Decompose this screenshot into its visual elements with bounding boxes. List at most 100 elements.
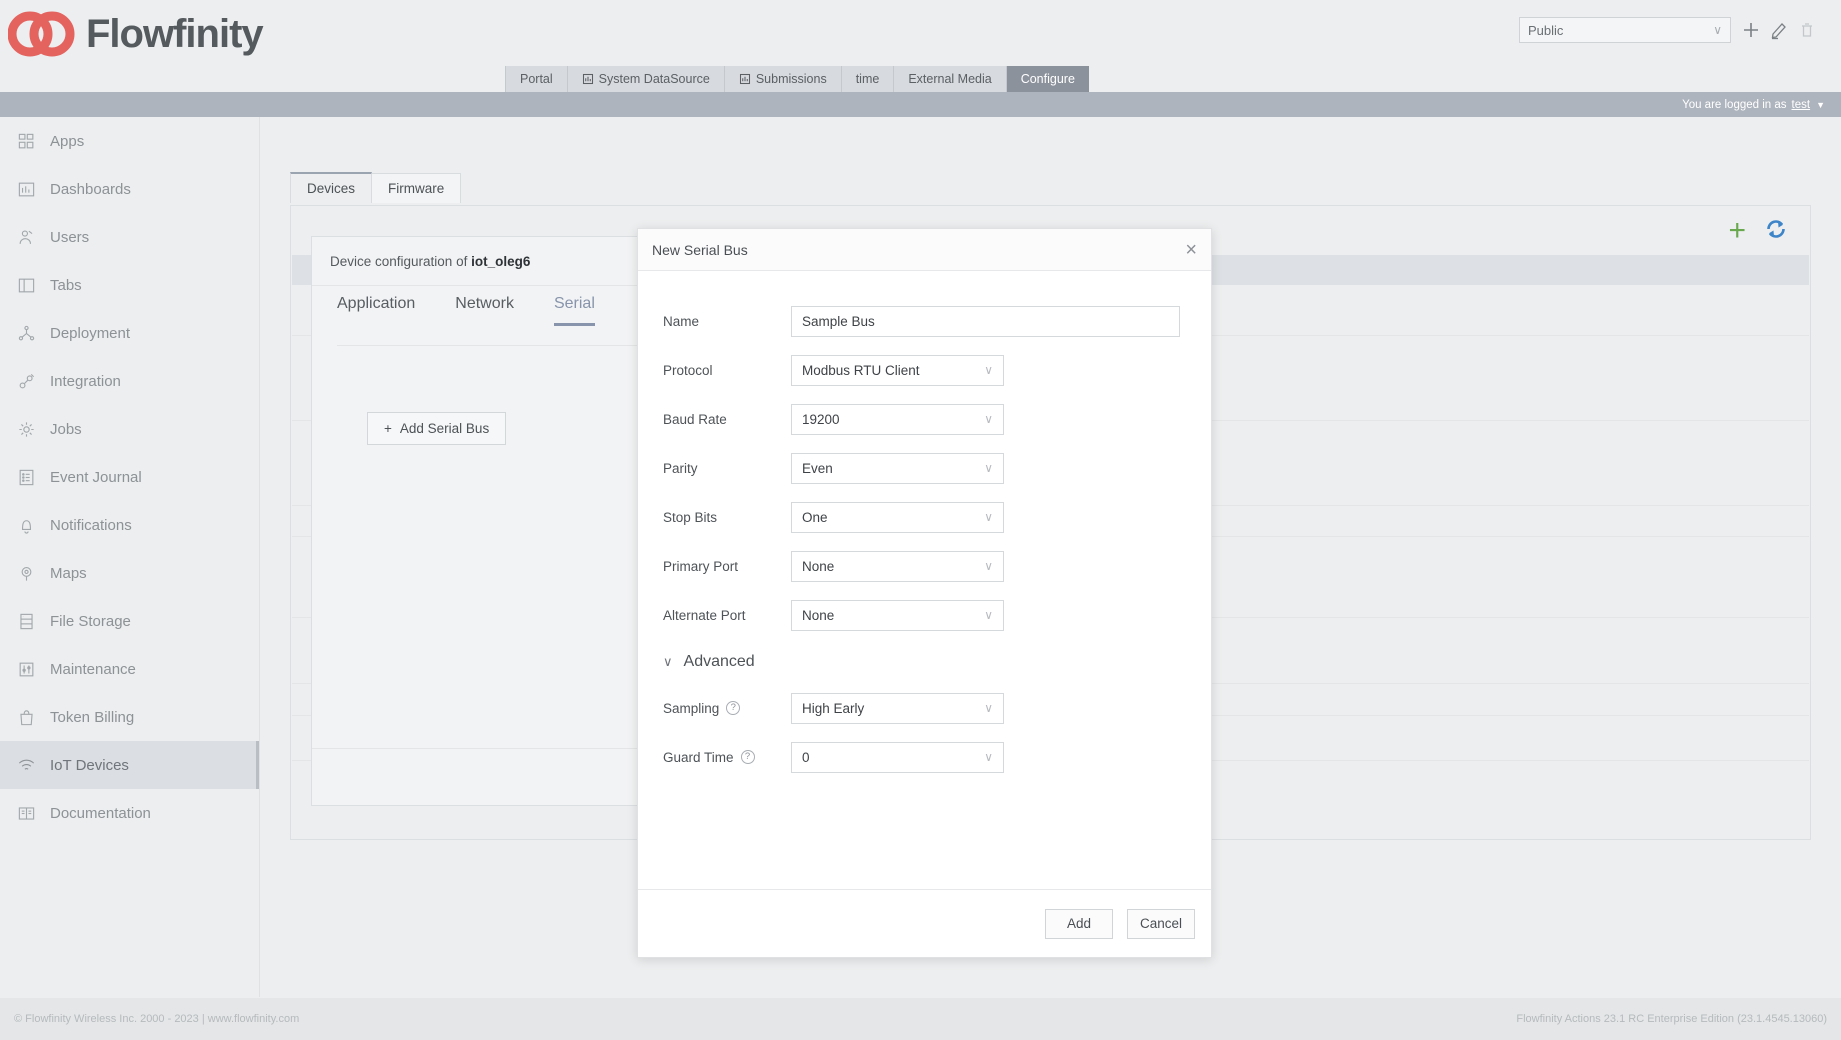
app-tab-external-media[interactable]: External Media [894, 66, 1006, 92]
field-value: One [802, 510, 828, 525]
sidebar-item-integration[interactable]: Integration [0, 357, 259, 405]
add-button[interactable] [1739, 18, 1763, 42]
app-tab-time[interactable]: time [842, 66, 895, 92]
chevron-down-icon: ∨ [663, 654, 673, 670]
device-tab-network[interactable]: Network [455, 295, 514, 326]
sidebar-item-label: Tabs [50, 277, 82, 294]
field-value: 0 [802, 750, 810, 765]
sidebar-item-event-journal[interactable]: Event Journal [0, 453, 259, 501]
user-bar: You are logged in as test ▼ [0, 92, 1841, 117]
sidebar-item-maintenance[interactable]: Maintenance [0, 645, 259, 693]
app-tab-system-datasource[interactable]: System DataSource [568, 66, 725, 92]
field-label: Primary Port [663, 559, 791, 574]
app-tab-portal[interactable]: Portal [505, 66, 568, 92]
book-icon [17, 804, 36, 823]
dialog-title: New Serial Bus [652, 242, 748, 258]
sidebar-item-token-billing[interactable]: Token Billing [0, 693, 259, 741]
plus-icon [1741, 20, 1761, 40]
plus-icon: + [384, 421, 392, 436]
chevron-down-icon: ∨ [984, 363, 993, 377]
sidebar-item-label: Token Billing [50, 709, 134, 726]
footer-copyright: © Flowfinity Wireless Inc. 2000 - 2023 |… [14, 1013, 299, 1025]
bar-chart-icon [16, 179, 36, 199]
advanced-section-toggle[interactable]: ∨Advanced [663, 653, 755, 671]
user-name-link[interactable]: test [1792, 99, 1811, 111]
device-tab-serial[interactable]: Serial [554, 295, 595, 326]
chart-icon [739, 73, 751, 85]
chevron-down-icon[interactable]: ▼ [1816, 100, 1825, 110]
grid-icon [17, 132, 36, 151]
bag-icon [17, 708, 36, 727]
cancel-button[interactable]: Cancel [1127, 909, 1195, 939]
field-value: Sample Bus [802, 314, 875, 329]
sampling-select[interactable]: High Early∨ [791, 693, 1004, 724]
sidebar-item-jobs[interactable]: Jobs [0, 405, 259, 453]
sidebar-item-iot-devices[interactable]: IoT Devices [0, 741, 259, 789]
field-label: Name [663, 314, 791, 329]
device-tab-application[interactable]: Application [337, 295, 415, 326]
field-value: Even [802, 461, 833, 476]
chevron-down-icon: ∨ [984, 510, 993, 524]
field-label-wrap: Sampling? [663, 701, 791, 716]
device-sub-tabs: Application Network Serial [337, 295, 595, 326]
sidebar-item-label: Jobs [50, 421, 82, 438]
sidebar-item-label: Deployment [50, 325, 130, 342]
sidebar-item-label: Apps [50, 133, 84, 150]
sidebar-item-label: File Storage [50, 613, 131, 630]
edit-button[interactable] [1767, 18, 1791, 42]
sidebar-item-notifications[interactable]: Notifications [0, 501, 259, 549]
delete-button[interactable] [1795, 18, 1819, 42]
name-input[interactable]: Sample Bus [791, 306, 1180, 337]
page-footer: © Flowfinity Wireless Inc. 2000 - 2023 |… [0, 998, 1841, 1040]
sidebar-item-deployment[interactable]: Deployment [0, 309, 259, 357]
footer-version: Flowfinity Actions 23.1 RC Enterprise Ed… [1516, 1013, 1827, 1025]
chevron-down-icon: ∨ [984, 461, 993, 475]
user-icon [16, 227, 36, 247]
baud-rate-select[interactable]: 19200∨ [791, 404, 1004, 435]
field-value: 19200 [802, 412, 840, 427]
page-tab-devices[interactable]: Devices [290, 172, 372, 203]
sidebar-item-tabs[interactable]: Tabs [0, 261, 259, 309]
add-device-button[interactable]: + [1728, 216, 1746, 246]
flowfinity-logo-icon [8, 8, 76, 60]
card-actions: + [1728, 216, 1788, 246]
help-icon[interactable]: ? [726, 701, 740, 715]
sidebar-item-file-storage[interactable]: File Storage [0, 597, 259, 645]
refresh-button[interactable] [1764, 217, 1788, 246]
gear-icon [16, 419, 36, 439]
sidebar-item-label: Notifications [50, 517, 132, 534]
protocol-select[interactable]: Modbus RTU Client∨ [791, 355, 1004, 386]
help-icon[interactable]: ? [741, 750, 755, 764]
brand-logo[interactable]: Flowfinity [8, 8, 263, 60]
stop-bits-select[interactable]: One ∨ [791, 502, 1004, 533]
pin-icon [16, 563, 36, 583]
nodes-icon [17, 324, 36, 343]
form-row-guard-time: Guard Time? 0∨ [663, 741, 1186, 773]
device-name: iot_oleg6 [471, 254, 530, 269]
app-tab-submissions[interactable]: Submissions [725, 66, 842, 92]
guard-time-select[interactable]: 0∨ [791, 742, 1004, 773]
close-icon[interactable]: × [1185, 240, 1197, 260]
sidebar-item-label: Event Journal [50, 469, 142, 486]
bar-chart-icon [17, 180, 36, 199]
sidebar-item-label: Users [50, 229, 89, 246]
field-label: Protocol [663, 363, 791, 378]
sidebar-item-documentation[interactable]: Documentation [0, 789, 259, 837]
parity-select[interactable]: Even ∨ [791, 453, 1004, 484]
add-button[interactable]: Add [1045, 909, 1113, 939]
app-tab-configure[interactable]: Configure [1007, 66, 1089, 92]
logged-in-text: You are logged in as [1682, 99, 1786, 111]
sidebar-item-users[interactable]: Users [0, 213, 259, 261]
primary-port-select[interactable]: None∨ [791, 551, 1004, 582]
sidebar-item-maps[interactable]: Maps [0, 549, 259, 597]
form-row-sampling: Sampling?High Early∨ [663, 692, 1186, 724]
list-icon [17, 468, 36, 487]
environment-select[interactable]: Public ∨ [1519, 17, 1731, 43]
field-label: Guard Time [663, 750, 734, 765]
sidebar-item-apps[interactable]: Apps [0, 117, 259, 165]
add-serial-bus-button[interactable]: + Add Serial Bus [367, 412, 506, 445]
page-tab-firmware[interactable]: Firmware [371, 173, 461, 203]
sidebar-item-dashboards[interactable]: Dashboards [0, 165, 259, 213]
alternate-port-select[interactable]: None∨ [791, 600, 1004, 631]
new-serial-bus-dialog: New Serial Bus × Name Sample Bus ProtocolM… [637, 228, 1212, 958]
